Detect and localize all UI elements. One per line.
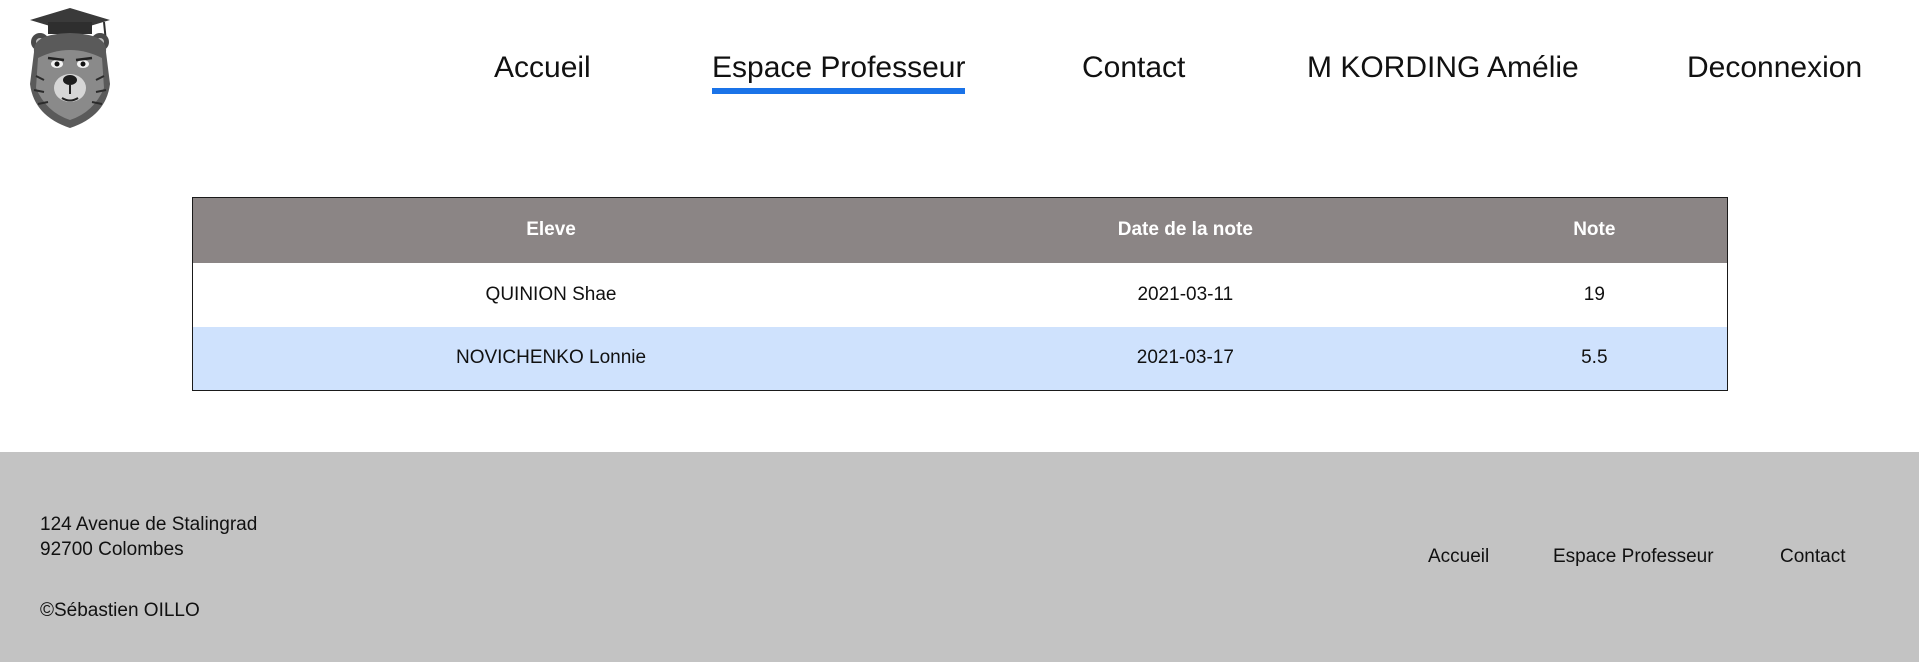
table-row: QUINION Shae 2021-03-11 19 (193, 263, 1728, 327)
page: Accueil Espace Professeur Contact M KORD… (0, 0, 1919, 662)
grades-table: Eleve Date de la note Note QUINION Shae … (192, 197, 1728, 391)
table-row: NOVICHENKO Lonnie 2021-03-17 5.5 (192, 326, 1728, 391)
footer-link-accueil[interactable]: Accueil (1428, 546, 1489, 568)
footer-link-contact[interactable]: Contact (1780, 546, 1845, 568)
nav-espace-professeur[interactable]: Espace Professeur (712, 50, 966, 94)
cell-grade: 5.5 (1461, 326, 1728, 391)
footer-address-street: 124 Avenue de Stalingrad (40, 514, 258, 535)
column-header-eleve: Eleve (192, 197, 910, 263)
site-header: Accueil Espace Professeur Contact M KORD… (0, 0, 1919, 130)
site-footer: 124 Avenue de Stalingrad 92700 Colombes … (0, 452, 1919, 662)
cell-date: 2021-03-11 (1137, 283, 1234, 305)
table-header-row: Eleve Date de la note Note (192, 197, 1728, 263)
cell-student: QUINION Shae (485, 283, 617, 305)
column-header-date: Date de la note (909, 197, 1462, 263)
footer-address: 124 Avenue de Stalingrad 92700 Colombes (40, 512, 257, 562)
cell-student: NOVICHENKO Lonnie (192, 326, 910, 391)
cell-date: 2021-03-17 (909, 326, 1462, 391)
nav-contact[interactable]: Contact (1082, 50, 1185, 86)
nav-deconnexion[interactable]: Deconnexion (1687, 50, 1862, 86)
column-header-note: Note (1461, 197, 1728, 263)
nav-accueil[interactable]: Accueil (494, 50, 591, 86)
footer-address-city: 92700 Colombes (40, 539, 184, 560)
cell-grade: 19 (1583, 283, 1605, 305)
footer-link-espace-professeur[interactable]: Espace Professeur (1553, 546, 1714, 568)
nav-user-name[interactable]: M KORDING Amélie (1307, 50, 1579, 86)
bear-logo-icon[interactable] (24, 6, 116, 130)
footer-copyright: ©Sébastien OILLO (40, 600, 200, 621)
